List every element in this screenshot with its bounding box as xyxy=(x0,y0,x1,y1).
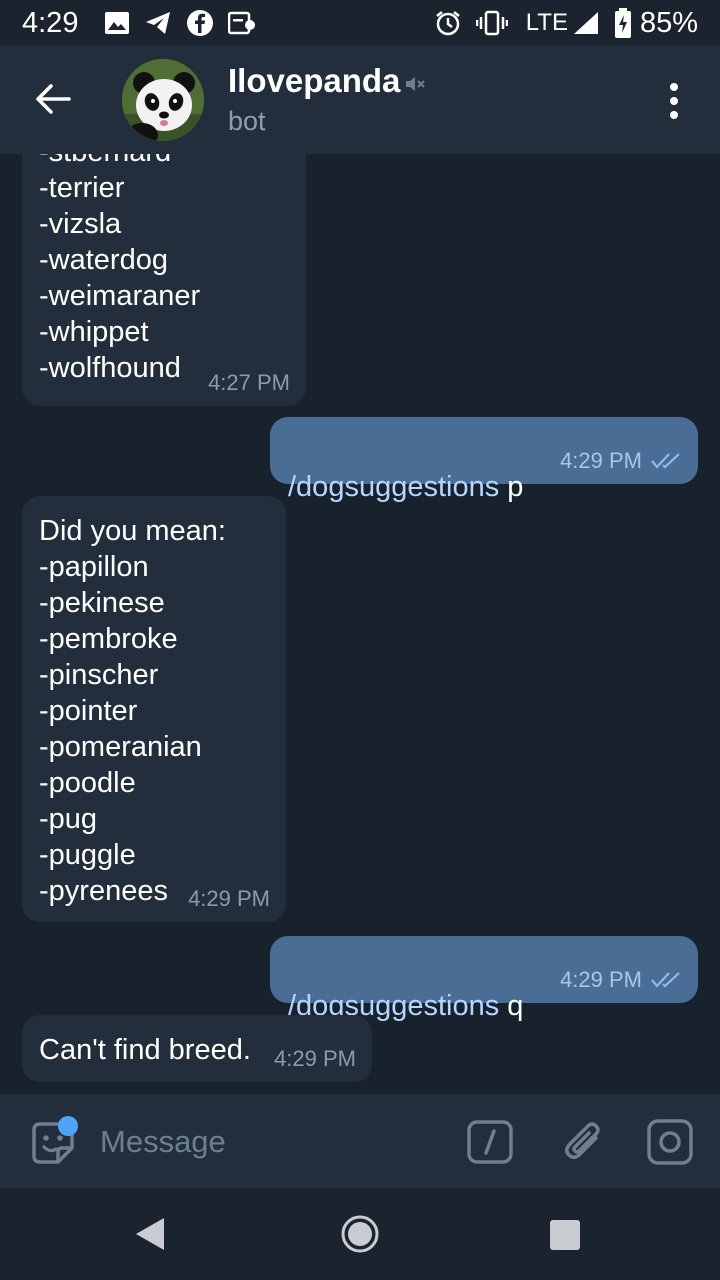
chat-title: Ilovepanda xyxy=(228,62,401,99)
camera-button[interactable] xyxy=(646,1118,694,1166)
network-type: LTE xyxy=(525,9,568,36)
message-text: Can't find breed. xyxy=(39,1034,251,1066)
message-time: 4:27 PM xyxy=(208,370,290,395)
paperclip-icon xyxy=(565,1122,600,1159)
vibrate-icon xyxy=(475,10,508,36)
command-argument: p xyxy=(499,471,524,503)
message-list[interactable]: -stbernard -terrier -vizsla -waterdog -w… xyxy=(0,154,720,1094)
message-time: 4:29 PM xyxy=(188,886,270,911)
message-input[interactable] xyxy=(100,1116,440,1168)
arrow-left-icon xyxy=(36,84,71,114)
attach-button[interactable] xyxy=(560,1116,606,1166)
message-bubble-outgoing[interactable]: /dogsuggestions p 4:29 PM xyxy=(270,417,698,503)
message-bubble-incoming[interactable]: Can't find breed. 4:29 PM xyxy=(22,1015,372,1082)
chat-header: Ilovepanda bot xyxy=(0,46,720,154)
dot-icon xyxy=(670,111,678,119)
system-navigation-bar xyxy=(0,1188,720,1280)
more-options-button[interactable] xyxy=(658,76,690,126)
mute-icon xyxy=(404,74,426,99)
message-time: 4:29 PM xyxy=(274,1046,356,1071)
circle-home-icon xyxy=(341,1215,379,1253)
status-time: 4:29 xyxy=(22,6,79,39)
message-text: -stbernard -terrier -vizsla -waterdog -w… xyxy=(39,154,201,384)
message-bubble-incoming[interactable]: Did you mean: -papillon -pekinese -pembr… xyxy=(22,496,286,922)
battery-percent: 85% xyxy=(639,6,698,39)
double-check-icon xyxy=(651,972,680,988)
signal-icon xyxy=(572,10,600,36)
bot-command-link[interactable]: /dogsuggestions xyxy=(288,471,499,503)
message-bubble-outgoing[interactable]: /dogsuggestions q 4:29 PM xyxy=(270,936,698,1022)
battery-icon xyxy=(614,8,632,38)
avatar[interactable] xyxy=(122,59,204,141)
new-stickers-badge xyxy=(58,1116,78,1136)
bot-commands-button[interactable] xyxy=(466,1118,514,1166)
message-time: 4:29 PM xyxy=(560,967,642,992)
double-check-icon xyxy=(651,453,680,469)
nav-recents-button[interactable] xyxy=(550,1220,580,1250)
gallery-icon xyxy=(104,11,130,35)
command-argument: q xyxy=(499,990,524,1022)
nav-home-button[interactable] xyxy=(340,1214,380,1259)
slash-command-icon xyxy=(467,1120,513,1164)
facebook-icon xyxy=(186,9,214,37)
dot-icon xyxy=(670,97,678,105)
triangle-back-icon xyxy=(136,1218,164,1250)
camera-icon xyxy=(647,1119,693,1165)
status-bar: 4:29 LTE 85% xyxy=(0,0,720,46)
message-bubble-incoming[interactable]: -stbernard -terrier -vizsla -waterdog -w… xyxy=(22,154,306,406)
vpn-key-icon xyxy=(228,10,258,36)
message-time: 4:29 PM xyxy=(560,448,642,473)
chat-subtitle: bot xyxy=(228,106,266,136)
alarm-icon xyxy=(434,9,462,37)
panda-avatar-icon xyxy=(122,59,204,141)
message-text: Did you mean: -papillon -pekinese -pembr… xyxy=(39,515,226,907)
telegram-icon xyxy=(144,10,172,36)
message-composer xyxy=(0,1094,720,1188)
back-button[interactable] xyxy=(30,76,76,122)
dot-icon xyxy=(670,83,678,91)
nav-back-button[interactable] xyxy=(134,1216,166,1257)
